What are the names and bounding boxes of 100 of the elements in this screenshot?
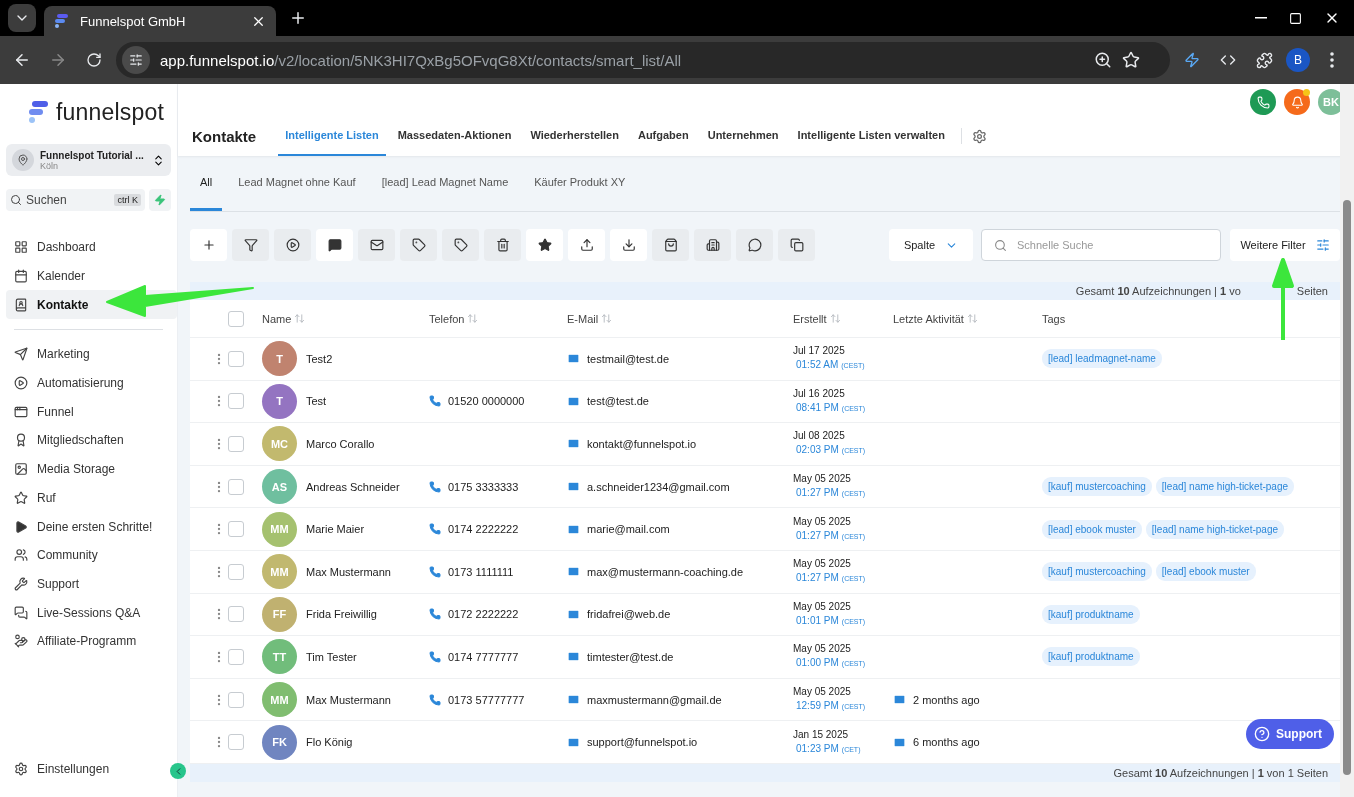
nav-item[interactable]: Dashboard [6, 233, 171, 262]
hand-coins-icon [14, 634, 28, 649]
copy-button[interactable] [778, 229, 815, 261]
star-button[interactable] [526, 229, 563, 261]
add-button[interactable] [190, 229, 227, 261]
support-button[interactable]: Support [1246, 719, 1334, 749]
column-header[interactable]: E-Mail [567, 312, 613, 325]
nav-tab[interactable]: Massedaten-Aktionen [390, 120, 519, 156]
nav-tab[interactable]: Wiederherstellen [523, 120, 626, 156]
nav-item[interactable]: Mitgliedschaften [6, 426, 171, 455]
row-checkbox[interactable] [228, 521, 244, 538]
chat-bubble-button[interactable] [736, 229, 773, 261]
nav-item[interactable]: Funnel [6, 397, 171, 427]
settings-link[interactable]: Einstellungen [6, 754, 171, 783]
nav-item[interactable]: Live-Sessions Q&A [6, 598, 171, 627]
sliders-icon [129, 53, 143, 67]
nav-item[interactable]: Automatisierung [6, 368, 171, 398]
created-date: Jul 17 2025 [793, 344, 846, 359]
tag-chip: [kauf] produktname [1042, 604, 1140, 624]
nav-item[interactable]: Kalender [6, 261, 171, 291]
nav-tab[interactable]: Intelligente Listen [278, 120, 386, 156]
profile-avatar[interactable]: B [1286, 48, 1310, 72]
nav-tab[interactable]: Aufgaben [630, 120, 696, 156]
account-switcher[interactable]: Funnelspot Tutorial ... Köln [6, 144, 171, 176]
award-icon [14, 433, 28, 448]
row-checkbox[interactable] [228, 734, 244, 751]
contact-name[interactable]: Max Mustermann [306, 693, 391, 706]
email-address: kontakt@funnelspot.io [587, 438, 696, 450]
row-checkbox[interactable] [228, 350, 244, 367]
nav-item[interactable]: Community [6, 540, 171, 570]
account-name: Funnelspot Tutorial ... [40, 149, 145, 161]
column-header[interactable]: Letzte Aktivität [893, 312, 978, 325]
row-checkbox[interactable] [228, 648, 244, 665]
search-field[interactable]: Suchen ctrl K [6, 189, 145, 211]
tag-button[interactable] [400, 229, 437, 261]
contact-name[interactable]: Marie Maier [306, 523, 365, 536]
row-checkbox[interactable] [228, 478, 244, 495]
column-header[interactable]: Tags [1042, 312, 1066, 325]
contact-name[interactable]: Max Mustermann [306, 565, 391, 578]
upload-button[interactable] [568, 229, 605, 261]
scrollbar[interactable] [1340, 84, 1354, 797]
building-button[interactable] [694, 229, 731, 261]
sliders-icon [1315, 238, 1330, 252]
record-summary: Gesamt 10 Aufzeichnungen | 1 von 1 Seiten [1113, 766, 1328, 779]
site-info-button[interactable] [122, 46, 150, 74]
browser-tab[interactable]: Funnelspot GmbH [44, 6, 276, 36]
trash-button[interactable] [484, 229, 521, 261]
select-all-checkbox[interactable] [228, 310, 244, 327]
column-header[interactable]: Erstellt [793, 312, 841, 325]
account-city: Köln [40, 160, 58, 171]
nav-item[interactable]: Marketing [6, 340, 171, 369]
contact-name[interactable]: Frida Freiwillig [306, 608, 377, 621]
download-button[interactable] [610, 229, 647, 261]
page-title: Kontakte [192, 126, 257, 147]
nav-item[interactable]: Deine ersten Schritte! [6, 512, 171, 541]
contact-name[interactable]: Test2 [306, 352, 333, 365]
contact-name[interactable]: Marco Corallo [306, 438, 375, 450]
row-checkbox[interactable] [228, 691, 244, 708]
notifications-button[interactable] [1284, 89, 1310, 115]
nav-item[interactable]: Ruf [6, 483, 171, 513]
list-tab[interactable]: Lead Magnet ohne Kauf [228, 156, 366, 211]
column-header[interactable]: Name [262, 312, 306, 325]
nav-item[interactable]: Media Storage [6, 454, 171, 484]
contact-name[interactable]: Flo König [306, 736, 353, 749]
mail-button[interactable] [358, 229, 395, 261]
tag-button[interactable] [442, 229, 479, 261]
phone-number: 0174 2222222 [448, 523, 519, 536]
tag-chip: [lead] leadmagnet-name [1042, 349, 1162, 369]
list-tab[interactable]: [lead] Lead Magnet Name [371, 156, 519, 211]
columns-dropdown[interactable]: Spalte [889, 229, 973, 261]
tag-chip: [lead] name high-ticket-page [1155, 477, 1294, 497]
list-tab[interactable]: Käufer Produkt XY [524, 156, 636, 211]
column-header[interactable]: Telefon [429, 312, 479, 325]
nav-item[interactable]: Support [6, 569, 171, 599]
row-checkbox[interactable] [228, 393, 244, 410]
nav-tab[interactable]: Intelligente Listen verwalten [790, 120, 952, 156]
nav-item[interactable]: Affiliate-Programm [6, 626, 171, 656]
play-circle-button[interactable] [274, 229, 311, 261]
row-checkbox[interactable] [228, 606, 244, 623]
search-icon [10, 194, 22, 206]
list-tab[interactable]: All [190, 156, 223, 211]
more-filters-button[interactable]: Weitere Filter [1230, 229, 1340, 261]
nav-tab[interactable]: Unternehmen [700, 120, 786, 156]
contact-avatar: T [262, 383, 297, 419]
last-activity: 6 months ago [913, 736, 980, 749]
row-checkbox[interactable] [228, 436, 244, 452]
trash-icon [495, 238, 510, 252]
contact-avatar: TT [262, 639, 297, 675]
contact-name[interactable]: Tim Tester [306, 650, 357, 663]
filter-button[interactable] [232, 229, 269, 261]
filter-icon [243, 238, 258, 252]
address-bar[interactable]: app.funnelspot.io/v2/location/5NK3HI7QxBg5OFvqG8Xt/contacts/smart_list/All [116, 42, 1170, 78]
contact-name[interactable]: Test [306, 395, 327, 408]
bag-button[interactable] [652, 229, 689, 261]
row-checkbox[interactable] [228, 563, 244, 580]
phone-button[interactable] [1250, 89, 1276, 115]
contact-name[interactable]: Andreas Schneider [306, 480, 400, 493]
minimize-icon[interactable] [1255, 17, 1267, 19]
tab-search-button[interactable] [8, 4, 36, 32]
chat-button[interactable] [316, 229, 353, 261]
